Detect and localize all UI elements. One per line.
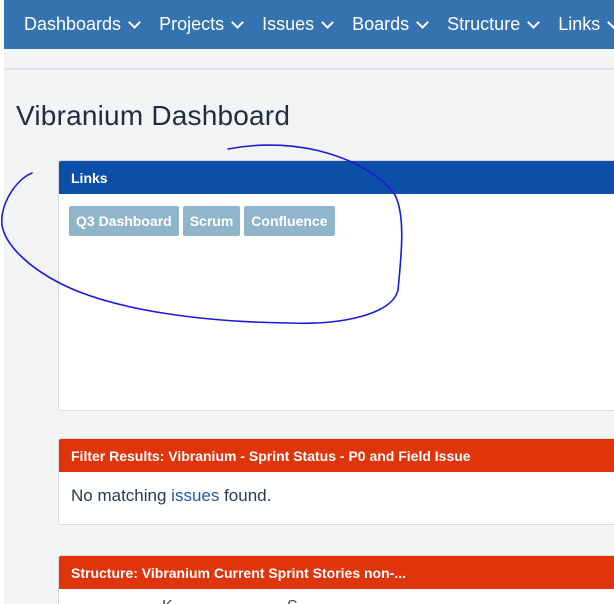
nav-structure[interactable]: Structure <box>427 14 541 35</box>
nav-projects-label: Projects <box>159 14 225 34</box>
scrum-link-button[interactable]: Scrum <box>182 206 241 236</box>
nav-issues-label: Issues <box>262 14 315 34</box>
structure-column-fragment: S <box>287 598 298 604</box>
nav-boards[interactable]: Boards <box>332 14 430 35</box>
content-divider <box>4 68 614 70</box>
q3-dashboard-link-button[interactable]: Q3 Dashboard <box>69 206 179 236</box>
nav-links[interactable]: Links <box>538 14 614 35</box>
dashboard-page: Dashboards Projects Issues Boards Struct… <box>0 0 614 604</box>
links-gadget-title: Links <box>71 169 108 186</box>
structure-gadget-header[interactable]: Structure: Vibranium Current Sprint Stor… <box>59 556 614 589</box>
structure-gadget: Structure: Vibranium Current Sprint Stor… <box>58 555 614 604</box>
nav-boards-label: Boards <box>352 14 410 34</box>
confluence-link-button[interactable]: Confluence <box>244 206 335 236</box>
no-results-prefix: No matching <box>71 486 172 505</box>
nav-dashboards[interactable]: Dashboards <box>4 14 141 35</box>
filter-gadget-title: Filter Results: Vibranium - Sprint Statu… <box>71 447 471 464</box>
structure-column-fragment: K <box>162 598 173 604</box>
links-gadget-header[interactable]: Links <box>59 161 614 194</box>
links-gadget-body: Q3 Dashboard Scrum Confluence <box>59 194 614 248</box>
links-gadget: Links Q3 Dashboard Scrum Confluence <box>58 160 614 411</box>
filter-results-gadget: Filter Results: Vibranium - Sprint Statu… <box>58 438 614 525</box>
nav-issues[interactable]: Issues <box>242 14 334 35</box>
nav-dashboards-label: Dashboards <box>24 14 122 34</box>
no-results-suffix: found. <box>219 486 272 505</box>
filter-gadget-header[interactable]: Filter Results: Vibranium - Sprint Statu… <box>59 439 614 472</box>
filter-gadget-body: No matching issues found. <box>59 472 614 520</box>
page-title: Vibranium Dashboard <box>16 100 291 131</box>
structure-gadget-title: Structure: Vibranium Current Sprint Stor… <box>71 564 406 581</box>
nav-structure-label: Structure <box>447 14 521 34</box>
top-navigation: Dashboards Projects Issues Boards Struct… <box>4 0 614 49</box>
issues-link[interactable]: issues <box>171 486 219 505</box>
chevron-down-icon <box>607 16 614 29</box>
nav-links-label: Links <box>558 14 601 34</box>
nav-projects[interactable]: Projects <box>139 14 244 35</box>
